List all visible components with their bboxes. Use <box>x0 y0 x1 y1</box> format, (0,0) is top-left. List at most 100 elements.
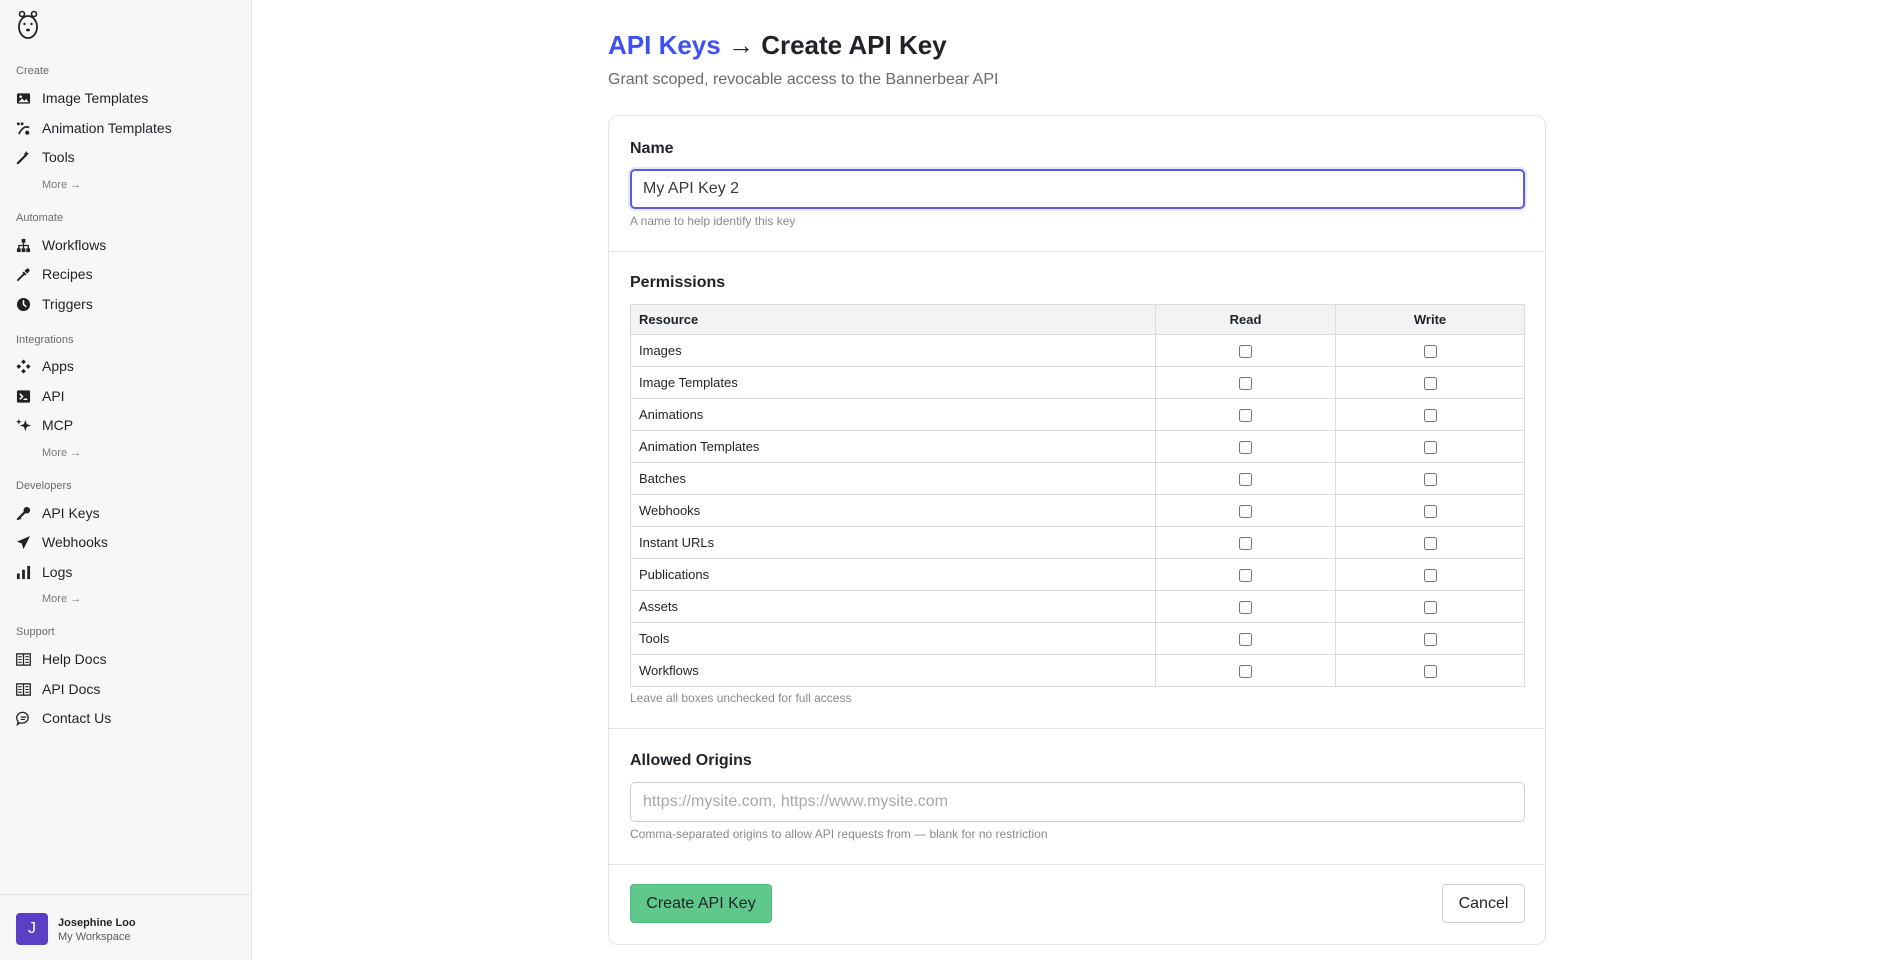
write-checkbox[interactable] <box>1423 569 1437 583</box>
sitemap-icon <box>16 238 31 253</box>
cancel-button[interactable]: Cancel <box>1442 884 1525 923</box>
sidebar-item-image-templates[interactable]: Image Templates <box>16 87 148 109</box>
write-checkbox[interactable] <box>1423 441 1437 455</box>
read-checkbox[interactable] <box>1239 345 1252 359</box>
sidebar-item-apps[interactable]: Apps <box>16 355 74 377</box>
write-checkbox[interactable] <box>1423 377 1437 391</box>
column-header-write: Write <box>1335 304 1525 335</box>
sidebar-item-label: Recipes <box>42 266 93 282</box>
resource-name: Workflows <box>630 654 1156 687</box>
read-checkbox[interactable] <box>1239 377 1252 391</box>
write-checkbox[interactable] <box>1423 505 1437 519</box>
sidebar-item-api-keys[interactable]: API Keys <box>16 502 100 524</box>
sidebar-item-tools[interactable]: Tools <box>16 146 75 168</box>
sidebar-item-label: API Keys <box>42 505 100 521</box>
read-checkbox[interactable] <box>1239 441 1252 455</box>
write-cell <box>1335 398 1525 431</box>
sidebar-item-animation-templates[interactable]: Animation Templates <box>16 117 172 139</box>
sidebar-item-mcp[interactable]: MCP <box>16 414 73 436</box>
resource-name: Image Templates <box>630 366 1156 399</box>
bear-logo-icon[interactable] <box>15 10 41 40</box>
sidebar-item-help-docs[interactable]: Help Docs <box>16 648 107 670</box>
write-cell <box>1335 558 1525 591</box>
eyedropper-icon <box>16 267 31 282</box>
key-icon <box>16 506 31 521</box>
breadcrumb-api-keys[interactable]: API Keys <box>608 30 721 60</box>
more-link-create[interactable]: More → <box>42 179 81 191</box>
sidebar-item-label: Help Docs <box>42 651 107 667</box>
read-checkbox[interactable] <box>1239 473 1252 487</box>
avatar: J <box>16 913 48 945</box>
sidebar-item-contact-us[interactable]: Contact Us <box>16 707 111 729</box>
table-row: Animations <box>630 398 1525 431</box>
column-header-read: Read <box>1155 304 1336 335</box>
resource-name: Images <box>630 334 1156 367</box>
write-checkbox[interactable] <box>1423 537 1437 551</box>
sidebar-item-label: Webhooks <box>42 534 108 550</box>
read-checkbox[interactable] <box>1239 409 1252 423</box>
read-checkbox[interactable] <box>1239 601 1252 615</box>
sidebar-item-recipes[interactable]: Recipes <box>16 263 93 285</box>
table-row: Instant URLs <box>630 526 1525 559</box>
allowed-origins-input[interactable] <box>630 782 1525 822</box>
resource-name: Publications <box>630 558 1156 591</box>
read-checkbox[interactable] <box>1239 569 1252 583</box>
breadcrumb-arrow: → <box>720 30 762 60</box>
sidebar-item-api[interactable]: API <box>16 385 65 407</box>
read-cell <box>1155 462 1336 495</box>
read-cell <box>1155 366 1336 399</box>
bar-chart-icon <box>16 565 31 580</box>
name-label: Name <box>630 140 674 157</box>
more-link-integrations[interactable]: More → <box>42 447 81 459</box>
write-cell <box>1335 334 1525 367</box>
write-checkbox[interactable] <box>1423 633 1437 647</box>
name-input[interactable] <box>630 169 1525 209</box>
divider <box>609 728 1545 729</box>
create-api-key-button[interactable]: Create API Key <box>630 884 772 923</box>
sidebar-item-label: Workflows <box>42 237 107 253</box>
sidebar-item-triggers[interactable]: Triggers <box>16 293 93 315</box>
table-row: Tools <box>630 622 1525 655</box>
sidebar-item-workflows[interactable]: Workflows <box>16 234 106 256</box>
read-cell <box>1155 494 1336 527</box>
write-checkbox[interactable] <box>1423 409 1437 423</box>
read-checkbox[interactable] <box>1239 537 1252 551</box>
write-cell <box>1335 590 1525 623</box>
section-label-developers: Developers <box>16 480 72 492</box>
read-cell <box>1155 622 1336 655</box>
image-icon <box>16 91 31 106</box>
page-subtitle: Grant scoped, revocable access to the Ba… <box>608 71 999 88</box>
read-checkbox[interactable] <box>1239 665 1252 679</box>
read-checkbox[interactable] <box>1239 505 1252 519</box>
permissions-label: Permissions <box>630 274 726 291</box>
divider <box>609 251 1545 252</box>
write-checkbox[interactable] <box>1423 473 1437 487</box>
section-label-automate: Automate <box>16 212 64 224</box>
sidebar-item-label: MCP <box>42 417 74 433</box>
table-row: Animation Templates <box>630 430 1525 463</box>
write-checkbox[interactable] <box>1423 601 1437 615</box>
write-checkbox[interactable] <box>1423 345 1437 359</box>
read-checkbox[interactable] <box>1239 633 1252 647</box>
read-cell <box>1155 430 1336 463</box>
more-link-developers[interactable]: More → <box>42 593 81 605</box>
sidebar-item-api-docs[interactable]: API Docs <box>16 678 100 700</box>
terminal-icon <box>16 389 31 404</box>
clock-icon <box>16 297 31 312</box>
sidebar-item-logs[interactable]: Logs <box>16 561 72 583</box>
write-checkbox[interactable] <box>1423 665 1437 679</box>
resource-name: Assets <box>630 590 1156 623</box>
sidebar-item-label: Apps <box>42 358 74 374</box>
user-account-menu[interactable]: J Josephine Loo My Workspace <box>0 894 251 960</box>
sidebar-item-label: Triggers <box>42 296 93 312</box>
magic-wand-icon <box>16 150 31 165</box>
divider <box>609 864 1545 865</box>
resource-name: Tools <box>630 622 1156 655</box>
table-row: Assets <box>630 590 1525 623</box>
name-hint: A name to help identify this key <box>630 214 796 228</box>
sidebar-item-label: API <box>42 388 65 404</box>
write-cell <box>1335 654 1525 687</box>
sidebar-item-webhooks[interactable]: Webhooks <box>16 531 108 553</box>
table-row: Webhooks <box>630 494 1525 527</box>
section-label-support: Support <box>16 626 55 638</box>
